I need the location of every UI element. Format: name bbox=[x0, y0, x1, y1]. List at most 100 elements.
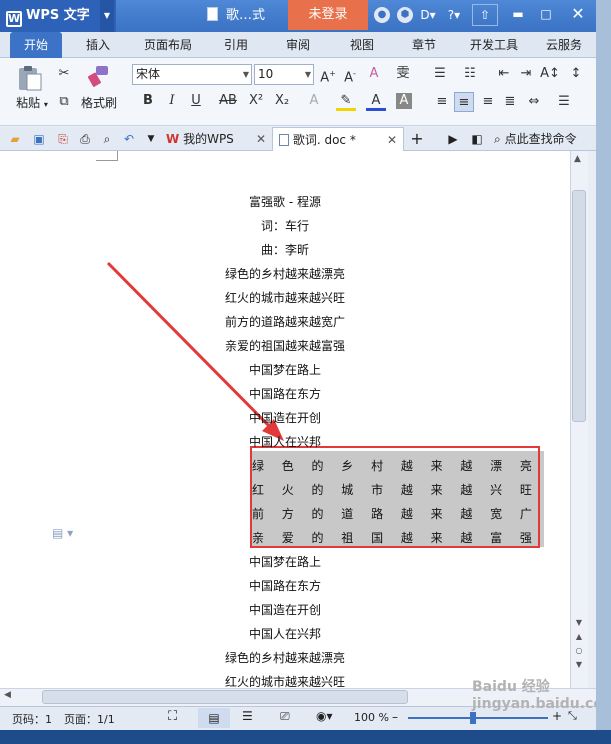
settings-icon[interactable]: ⬢ bbox=[397, 7, 413, 23]
wps-app-menu[interactable]: W WPS 文字 ▼ bbox=[0, 0, 116, 32]
scroll-nav-icons[interactable]: ▼ ▲ ○ ▼ bbox=[574, 616, 584, 672]
menu-section[interactable]: 章节 bbox=[402, 32, 446, 58]
new-tab-icon[interactable]: + bbox=[408, 130, 426, 148]
menu-cloud[interactable]: 云服务 bbox=[538, 32, 590, 58]
outline-view-icon[interactable]: ☰ bbox=[242, 709, 253, 723]
subscript-icon[interactable]: X₂ bbox=[272, 91, 292, 111]
document-line[interactable]: 中国路在东方 bbox=[0, 577, 570, 594]
tab-list-icon[interactable]: ▶ bbox=[444, 130, 462, 148]
document-nav-icon[interactable]: ▤ ▾ bbox=[52, 526, 73, 540]
restore-window-button[interactable]: ⇧ bbox=[472, 4, 498, 26]
zoom-slider-handle[interactable] bbox=[470, 712, 476, 724]
phonetic-guide-icon[interactable]: 雯 bbox=[390, 64, 416, 84]
format-painter-button[interactable]: 格式刷 bbox=[78, 94, 120, 111]
page-view-icon[interactable]: ▤ bbox=[198, 708, 230, 728]
document-line[interactable]: 中国梦在路上 bbox=[0, 361, 570, 378]
maximize-button[interactable]: □ bbox=[533, 4, 559, 26]
login-button[interactable]: 未登录 bbox=[288, 0, 368, 30]
format-painter-icon[interactable] bbox=[86, 64, 110, 88]
selected-spaced-line[interactable]: 绿色的乡村越来越漂亮 bbox=[252, 457, 532, 474]
document-line[interactable]: 中国人在兴邦 bbox=[0, 433, 570, 450]
strikethrough-icon[interactable]: AB bbox=[214, 91, 242, 111]
document-line[interactable]: 中国造在开创 bbox=[0, 601, 570, 618]
chevron-down-icon[interactable]: ▼ bbox=[100, 0, 114, 32]
distributed-align-icon[interactable]: ⇔ bbox=[524, 92, 544, 112]
document-line[interactable]: 亲爱的祖国越来越富强 bbox=[0, 337, 570, 354]
font-color-icon[interactable]: A bbox=[366, 91, 386, 111]
font-name-select[interactable]: 宋体 ▼ bbox=[132, 64, 252, 85]
fullscreen-icon[interactable]: ⛶ bbox=[168, 709, 177, 724]
text-effect-icon[interactable]: A bbox=[304, 91, 324, 111]
document-line[interactable]: 富强歌 - 程源 bbox=[0, 193, 570, 210]
menu-developer[interactable]: 开发工具 bbox=[462, 32, 526, 58]
command-search[interactable]: ⌕ 点此查找命令 bbox=[494, 128, 596, 150]
web-view-icon[interactable]: ⎚ bbox=[280, 709, 290, 724]
tab-split-icon[interactable]: ◧ bbox=[468, 130, 486, 148]
clear-format-icon[interactable]: A bbox=[364, 64, 384, 84]
menu-references[interactable]: 引用 bbox=[214, 32, 258, 58]
selected-spaced-line[interactable]: 红火的城市越来越兴旺 bbox=[252, 481, 532, 498]
align-left-icon[interactable]: ≡ bbox=[432, 92, 452, 112]
scroll-left-icon[interactable]: ◀ bbox=[4, 690, 11, 700]
help-icon[interactable]: ?▾ bbox=[446, 7, 462, 23]
sort-icon[interactable]: ↕ bbox=[566, 64, 586, 84]
document-line[interactable]: 前方的道路越来越宽广 bbox=[0, 313, 570, 330]
font-size-select[interactable]: 10 ▼ bbox=[254, 64, 314, 85]
justify-icon[interactable]: ≣ bbox=[500, 92, 520, 112]
document-line[interactable]: 曲：李昕 bbox=[0, 241, 570, 258]
shrink-font-icon[interactable]: A- bbox=[340, 64, 360, 85]
document-page[interactable]: ▤ ▾ 富强歌 - 程源 词：车行 曲：李昕 绿色的乡村越来越漂亮 红火的城市越来越兴旺… bbox=[0, 151, 570, 688]
align-center-icon[interactable]: ≡ bbox=[454, 92, 474, 112]
open-folder-icon[interactable]: ▰ bbox=[6, 130, 24, 148]
menu-insert[interactable]: 插入 bbox=[74, 32, 122, 58]
paste-icon[interactable] bbox=[14, 64, 44, 92]
chevron-down-icon[interactable]: ▼ bbox=[142, 130, 160, 148]
superscript-icon[interactable]: X² bbox=[246, 91, 266, 111]
highlight-color-icon[interactable]: ✎ bbox=[336, 91, 356, 111]
decrease-indent-icon[interactable]: ⇤ bbox=[494, 64, 514, 84]
scroll-up-icon[interactable]: ▲ bbox=[574, 154, 581, 164]
close-window-button[interactable]: ✕ bbox=[565, 4, 591, 26]
cut-icon[interactable]: ✂ bbox=[54, 64, 74, 84]
copy-icon[interactable]: ⧉ bbox=[54, 92, 74, 112]
chevron-down-icon[interactable]: ▼ bbox=[243, 65, 249, 84]
close-icon[interactable]: ✕ bbox=[387, 128, 397, 152]
menu-review[interactable]: 审阅 bbox=[276, 32, 320, 58]
character-shading-icon[interactable]: A bbox=[396, 93, 412, 109]
align-right-icon[interactable]: ≡ bbox=[478, 92, 498, 112]
selected-spaced-line[interactable]: 亲爱的祖国越来越富强 bbox=[252, 529, 532, 546]
close-icon[interactable]: ✕ bbox=[256, 127, 266, 151]
menu-view[interactable]: 视图 bbox=[340, 32, 384, 58]
document-line[interactable]: 中国梦在路上 bbox=[0, 553, 570, 570]
document-line[interactable]: 中国人在兴邦 bbox=[0, 625, 570, 642]
italic-icon[interactable]: I bbox=[162, 91, 182, 111]
document-line[interactable]: 词：车行 bbox=[0, 217, 570, 234]
undo-icon[interactable]: ↶ bbox=[120, 130, 138, 148]
document-line[interactable]: 绿色的乡村越来越漂亮 bbox=[0, 649, 570, 666]
document-line[interactable]: 中国路在东方 bbox=[0, 385, 570, 402]
horizontal-scroll-thumb[interactable] bbox=[42, 690, 408, 704]
bold-icon[interactable]: B bbox=[138, 91, 158, 111]
export-pdf-icon[interactable]: ⎘ bbox=[54, 130, 72, 148]
minimize-button[interactable]: ▬ bbox=[505, 4, 531, 26]
numbering-icon[interactable]: ☷ bbox=[460, 64, 480, 84]
document-line[interactable]: 中国造在开创 bbox=[0, 409, 570, 426]
increase-indent-icon[interactable]: ⇥ bbox=[516, 64, 536, 84]
line-spacing-icon[interactable]: ☰ bbox=[554, 92, 574, 112]
chevron-down-icon[interactable]: ▾ bbox=[44, 100, 48, 109]
document-line[interactable]: 绿色的乡村越来越漂亮 bbox=[0, 265, 570, 282]
zoom-out-icon[interactable]: – bbox=[392, 710, 398, 724]
menu-page-layout[interactable]: 页面布局 bbox=[136, 32, 200, 58]
skin-icon[interactable]: ● bbox=[374, 7, 390, 23]
underline-icon[interactable]: U bbox=[186, 91, 206, 111]
tab-my-wps[interactable]: W 我的WPS ✕ bbox=[160, 127, 272, 151]
text-direction-icon[interactable]: A↕ bbox=[540, 64, 560, 84]
vertical-scroll-thumb[interactable] bbox=[572, 190, 586, 422]
eye-protect-icon[interactable]: ◉▾ bbox=[316, 709, 333, 723]
bullets-icon[interactable]: ☰ bbox=[430, 64, 450, 84]
paste-button[interactable]: 粘贴 ▾ bbox=[10, 94, 54, 111]
zoom-slider[interactable] bbox=[408, 717, 548, 719]
theme-icon[interactable]: D▾ bbox=[420, 7, 436, 23]
grow-font-icon[interactable]: A+ bbox=[318, 64, 338, 85]
selected-spaced-line[interactable]: 前方的道路越来越宽广 bbox=[252, 505, 532, 522]
